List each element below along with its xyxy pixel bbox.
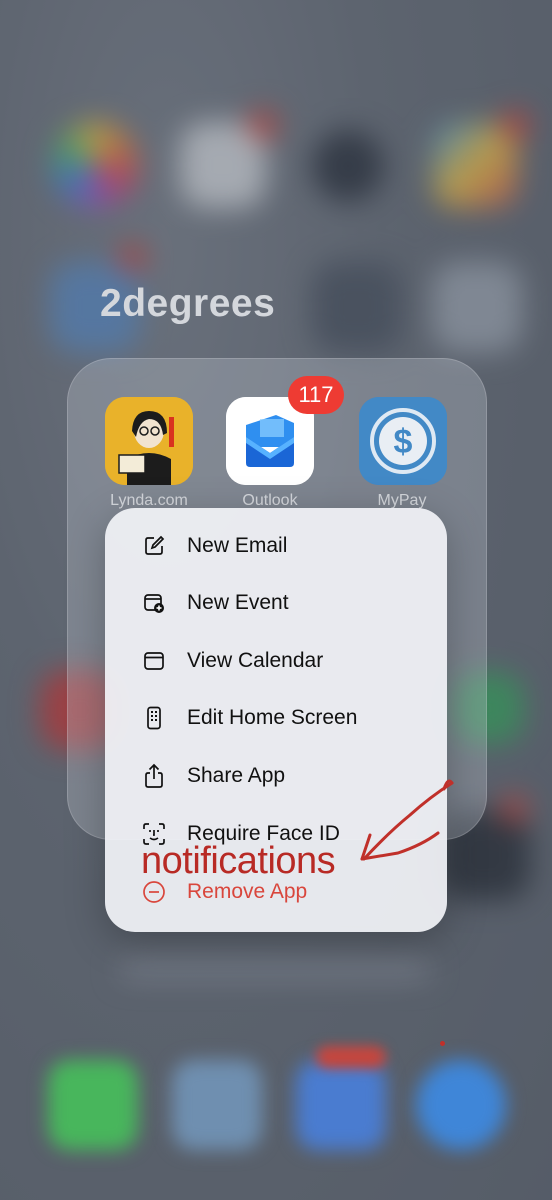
calendar-icon (141, 648, 167, 674)
folder-title: 2degrees (100, 282, 276, 325)
svg-text:$: $ (394, 423, 413, 461)
annotation-dot (440, 1041, 445, 1046)
dock-icon-2 (172, 1060, 262, 1150)
handwritten-annotation: notifications (141, 840, 336, 882)
lynda-app-icon[interactable] (105, 397, 193, 485)
menu-item-view-calendar[interactable]: View Calendar (105, 632, 447, 689)
menu-item-new-email[interactable]: New Email (105, 517, 447, 574)
menu-item-new-event[interactable]: New Event (105, 574, 447, 631)
calendar-add-icon (141, 590, 167, 616)
menu-item-edit-home-screen[interactable]: Edit Home Screen (105, 689, 447, 746)
safari-dock-icon (416, 1060, 506, 1150)
menu-item-label: Edit Home Screen (187, 705, 358, 729)
share-icon (141, 763, 167, 789)
phone-dock-icon (48, 1060, 138, 1150)
mail-dock-icon (296, 1060, 386, 1150)
notification-badge: 117 (288, 376, 344, 414)
mypay-app-icon[interactable]: $ (359, 397, 447, 485)
phone-grid-icon (141, 705, 167, 731)
dock-badge (316, 1046, 386, 1068)
menu-item-label: Share App (187, 763, 286, 787)
menu-item-label: New Email (187, 533, 288, 557)
compose-icon (141, 533, 167, 559)
annotation-arrow-icon (360, 779, 454, 861)
menu-item-label: New Event (187, 590, 289, 614)
menu-item-label: Remove App (187, 879, 308, 903)
menu-item-label: View Calendar (187, 648, 324, 672)
